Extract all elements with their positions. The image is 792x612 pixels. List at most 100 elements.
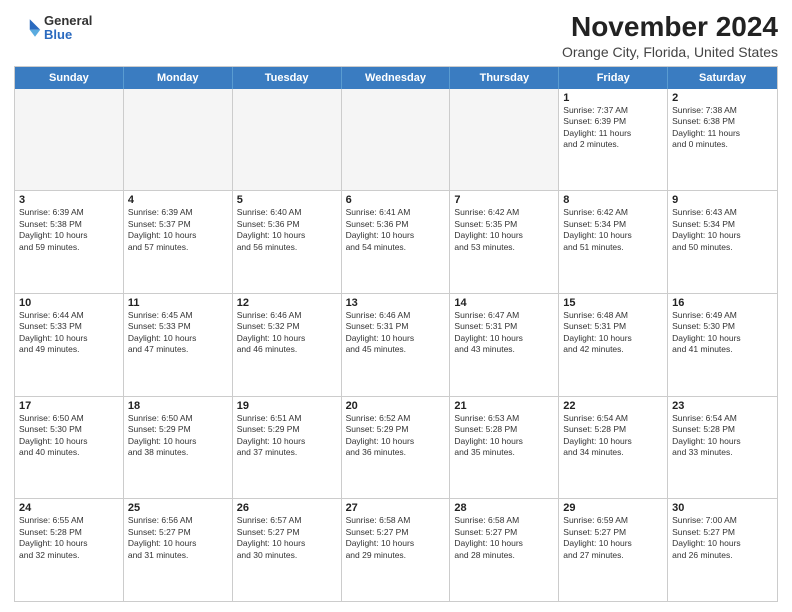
logo-general: General [44,14,92,28]
day-info: Sunrise: 6:39 AM Sunset: 5:37 PM Dayligh… [128,207,228,253]
calendar-cell: 6Sunrise: 6:41 AM Sunset: 5:36 PM Daylig… [342,191,451,293]
day-info: Sunrise: 6:54 AM Sunset: 5:28 PM Dayligh… [672,413,773,459]
calendar-cell: 17Sunrise: 6:50 AM Sunset: 5:30 PM Dayli… [15,397,124,499]
calendar-cell: 5Sunrise: 6:40 AM Sunset: 5:36 PM Daylig… [233,191,342,293]
calendar-body: 1Sunrise: 7:37 AM Sunset: 6:39 PM Daylig… [15,89,777,601]
day-number: 24 [19,502,119,514]
calendar-week-4: 17Sunrise: 6:50 AM Sunset: 5:30 PM Dayli… [15,397,777,500]
day-info: Sunrise: 6:39 AM Sunset: 5:38 PM Dayligh… [19,207,119,253]
day-number: 25 [128,502,228,514]
header: General Blue November 2024 Orange City, … [14,10,778,60]
day-info: Sunrise: 7:37 AM Sunset: 6:39 PM Dayligh… [563,105,663,151]
calendar-cell: 25Sunrise: 6:56 AM Sunset: 5:27 PM Dayli… [124,499,233,601]
logo-blue: Blue [44,28,92,42]
day-info: Sunrise: 6:43 AM Sunset: 5:34 PM Dayligh… [672,207,773,253]
day-number: 18 [128,400,228,412]
calendar-cell: 4Sunrise: 6:39 AM Sunset: 5:37 PM Daylig… [124,191,233,293]
day-info: Sunrise: 6:50 AM Sunset: 5:30 PM Dayligh… [19,413,119,459]
calendar-cell: 10Sunrise: 6:44 AM Sunset: 5:33 PM Dayli… [15,294,124,396]
day-info: Sunrise: 7:38 AM Sunset: 6:38 PM Dayligh… [672,105,773,151]
day-number: 2 [672,92,773,104]
calendar-cell [15,89,124,191]
calendar-cell: 1Sunrise: 7:37 AM Sunset: 6:39 PM Daylig… [559,89,668,191]
day-number: 8 [563,194,663,206]
cal-header-tuesday: Tuesday [233,67,342,89]
calendar-cell: 12Sunrise: 6:46 AM Sunset: 5:32 PM Dayli… [233,294,342,396]
calendar: SundayMondayTuesdayWednesdayThursdayFrid… [14,66,778,602]
day-info: Sunrise: 6:49 AM Sunset: 5:30 PM Dayligh… [672,310,773,356]
day-number: 7 [454,194,554,206]
cal-header-monday: Monday [124,67,233,89]
calendar-cell: 11Sunrise: 6:45 AM Sunset: 5:33 PM Dayli… [124,294,233,396]
day-info: Sunrise: 6:40 AM Sunset: 5:36 PM Dayligh… [237,207,337,253]
day-info: Sunrise: 6:41 AM Sunset: 5:36 PM Dayligh… [346,207,446,253]
day-number: 6 [346,194,446,206]
calendar-cell: 23Sunrise: 6:54 AM Sunset: 5:28 PM Dayli… [668,397,777,499]
calendar-cell: 3Sunrise: 6:39 AM Sunset: 5:38 PM Daylig… [15,191,124,293]
day-info: Sunrise: 6:50 AM Sunset: 5:29 PM Dayligh… [128,413,228,459]
day-info: Sunrise: 6:48 AM Sunset: 5:31 PM Dayligh… [563,310,663,356]
cal-header-thursday: Thursday [450,67,559,89]
calendar-cell: 21Sunrise: 6:53 AM Sunset: 5:28 PM Dayli… [450,397,559,499]
calendar-cell: 13Sunrise: 6:46 AM Sunset: 5:31 PM Dayli… [342,294,451,396]
day-number: 19 [237,400,337,412]
day-number: 27 [346,502,446,514]
day-info: Sunrise: 6:42 AM Sunset: 5:35 PM Dayligh… [454,207,554,253]
calendar-cell: 27Sunrise: 6:58 AM Sunset: 5:27 PM Dayli… [342,499,451,601]
day-info: Sunrise: 6:53 AM Sunset: 5:28 PM Dayligh… [454,413,554,459]
day-info: Sunrise: 6:55 AM Sunset: 5:28 PM Dayligh… [19,515,119,561]
day-number: 4 [128,194,228,206]
day-number: 13 [346,297,446,309]
day-number: 1 [563,92,663,104]
day-number: 16 [672,297,773,309]
day-info: Sunrise: 6:42 AM Sunset: 5:34 PM Dayligh… [563,207,663,253]
calendar-cell: 29Sunrise: 6:59 AM Sunset: 5:27 PM Dayli… [559,499,668,601]
calendar-cell [342,89,451,191]
cal-header-saturday: Saturday [668,67,777,89]
calendar-cell: 28Sunrise: 6:58 AM Sunset: 5:27 PM Dayli… [450,499,559,601]
day-info: Sunrise: 6:51 AM Sunset: 5:29 PM Dayligh… [237,413,337,459]
day-number: 12 [237,297,337,309]
day-number: 20 [346,400,446,412]
day-number: 11 [128,297,228,309]
calendar-week-1: 1Sunrise: 7:37 AM Sunset: 6:39 PM Daylig… [15,89,777,192]
day-info: Sunrise: 6:47 AM Sunset: 5:31 PM Dayligh… [454,310,554,356]
calendar-cell: 22Sunrise: 6:54 AM Sunset: 5:28 PM Dayli… [559,397,668,499]
calendar-cell [124,89,233,191]
calendar-cell: 15Sunrise: 6:48 AM Sunset: 5:31 PM Dayli… [559,294,668,396]
cal-header-wednesday: Wednesday [342,67,451,89]
day-number: 29 [563,502,663,514]
day-info: Sunrise: 6:45 AM Sunset: 5:33 PM Dayligh… [128,310,228,356]
calendar-header-row: SundayMondayTuesdayWednesdayThursdayFrid… [15,67,777,89]
day-info: Sunrise: 7:00 AM Sunset: 5:27 PM Dayligh… [672,515,773,561]
day-number: 17 [19,400,119,412]
day-number: 26 [237,502,337,514]
day-info: Sunrise: 6:59 AM Sunset: 5:27 PM Dayligh… [563,515,663,561]
day-info: Sunrise: 6:54 AM Sunset: 5:28 PM Dayligh… [563,413,663,459]
page: General Blue November 2024 Orange City, … [0,0,792,612]
calendar-cell: 7Sunrise: 6:42 AM Sunset: 5:35 PM Daylig… [450,191,559,293]
main-title: November 2024 [562,10,778,44]
calendar-cell: 8Sunrise: 6:42 AM Sunset: 5:34 PM Daylig… [559,191,668,293]
day-info: Sunrise: 6:46 AM Sunset: 5:32 PM Dayligh… [237,310,337,356]
calendar-cell: 9Sunrise: 6:43 AM Sunset: 5:34 PM Daylig… [668,191,777,293]
logo-icon [14,14,42,42]
day-info: Sunrise: 6:44 AM Sunset: 5:33 PM Dayligh… [19,310,119,356]
calendar-cell: 18Sunrise: 6:50 AM Sunset: 5:29 PM Dayli… [124,397,233,499]
calendar-week-3: 10Sunrise: 6:44 AM Sunset: 5:33 PM Dayli… [15,294,777,397]
calendar-cell: 30Sunrise: 7:00 AM Sunset: 5:27 PM Dayli… [668,499,777,601]
calendar-week-2: 3Sunrise: 6:39 AM Sunset: 5:38 PM Daylig… [15,191,777,294]
calendar-cell: 2Sunrise: 7:38 AM Sunset: 6:38 PM Daylig… [668,89,777,191]
logo-text: General Blue [44,14,92,43]
calendar-week-5: 24Sunrise: 6:55 AM Sunset: 5:28 PM Dayli… [15,499,777,601]
day-info: Sunrise: 6:58 AM Sunset: 5:27 PM Dayligh… [346,515,446,561]
calendar-cell: 24Sunrise: 6:55 AM Sunset: 5:28 PM Dayli… [15,499,124,601]
day-info: Sunrise: 6:57 AM Sunset: 5:27 PM Dayligh… [237,515,337,561]
calendar-cell [233,89,342,191]
day-info: Sunrise: 6:56 AM Sunset: 5:27 PM Dayligh… [128,515,228,561]
cal-header-sunday: Sunday [15,67,124,89]
day-number: 14 [454,297,554,309]
calendar-cell: 26Sunrise: 6:57 AM Sunset: 5:27 PM Dayli… [233,499,342,601]
calendar-cell: 16Sunrise: 6:49 AM Sunset: 5:30 PM Dayli… [668,294,777,396]
day-number: 5 [237,194,337,206]
